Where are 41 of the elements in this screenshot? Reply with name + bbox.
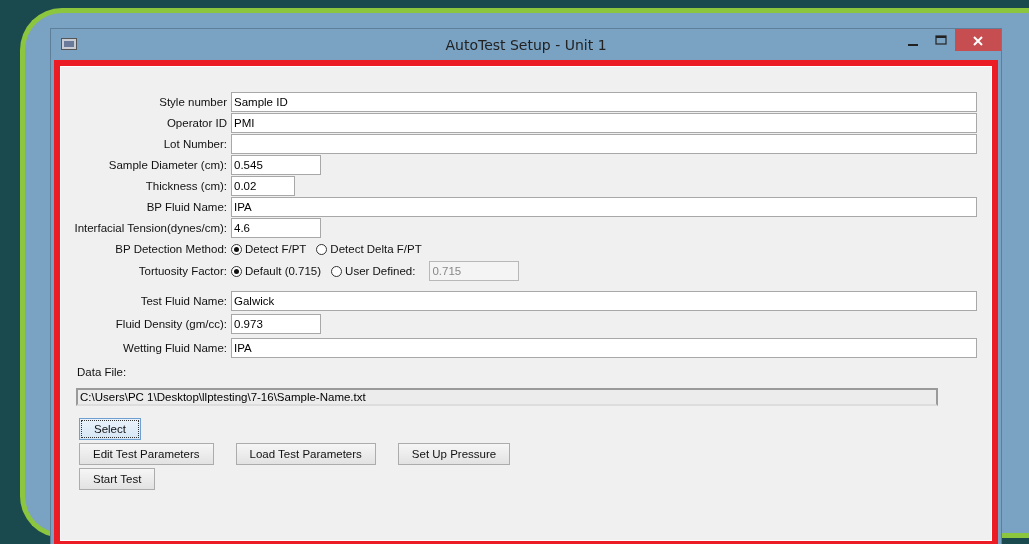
app-icon (61, 38, 77, 50)
field-label: Operator ID (165, 116, 227, 129)
input-field[interactable]: Sample ID (231, 91, 977, 112)
radio-option[interactable]: Detect Delta F/PT (316, 243, 422, 255)
radio-button[interactable] (331, 265, 343, 277)
field-label: Wetting Fluid Name: (122, 341, 227, 354)
action-button[interactable]: Set Up Pressure (397, 443, 511, 465)
close-button[interactable] (955, 29, 1001, 51)
window-title: AutoTest Setup - Unit 1 (444, 36, 608, 53)
input-field[interactable]: Galwick (231, 290, 977, 311)
field-label: Test Fluid Name: (139, 294, 227, 307)
radio-option[interactable]: User Defined: (331, 265, 416, 277)
radio-button[interactable] (231, 243, 242, 255)
close-icon (973, 36, 983, 46)
field-label: Fluid Density (gm/cc): (114, 318, 227, 330)
input-field[interactable] (231, 133, 977, 154)
input-field[interactable]: IPA (231, 337, 977, 358)
input-field[interactable]: 0.02 (231, 175, 295, 196)
action-button[interactable]: Edit Test Parameters (79, 443, 214, 465)
field-label: Lot Number: (162, 137, 227, 150)
field-label: Thickness (cm): (144, 179, 227, 192)
radio-button[interactable] (231, 265, 242, 277)
action-button[interactable]: Select (79, 418, 141, 440)
input-field[interactable]: IPA (231, 196, 977, 217)
field-label: Tortuosity Factor: (137, 265, 227, 277)
input-field[interactable]: 4.6 (231, 217, 321, 238)
input-field[interactable]: PMI (231, 112, 977, 133)
radio-button[interactable] (316, 243, 328, 255)
radio-option[interactable]: Detect F/PT (231, 243, 307, 255)
radio-option[interactable]: Default (0.715) (231, 265, 322, 277)
field-label: Sample Diameter (cm): (107, 158, 227, 171)
field-label: Interfacial Tension(dynes/cm): (73, 221, 227, 234)
action-button[interactable]: Load Test Parameters (235, 443, 376, 465)
field-label: BP Fluid Name: (145, 200, 227, 213)
action-button[interactable]: Start Test (79, 468, 156, 490)
file-path-field[interactable]: C:\Users\PC 1\Desktop\llptesting\7-16\Sample-Name.txt (76, 388, 938, 406)
field-label: Style number (158, 95, 227, 108)
input-field[interactable]: 0.973 (231, 314, 321, 334)
field-label: BP Detection Method: (114, 243, 227, 255)
field-label: Data File: (77, 366, 128, 378)
input-field[interactable]: 0.545 (231, 154, 321, 175)
